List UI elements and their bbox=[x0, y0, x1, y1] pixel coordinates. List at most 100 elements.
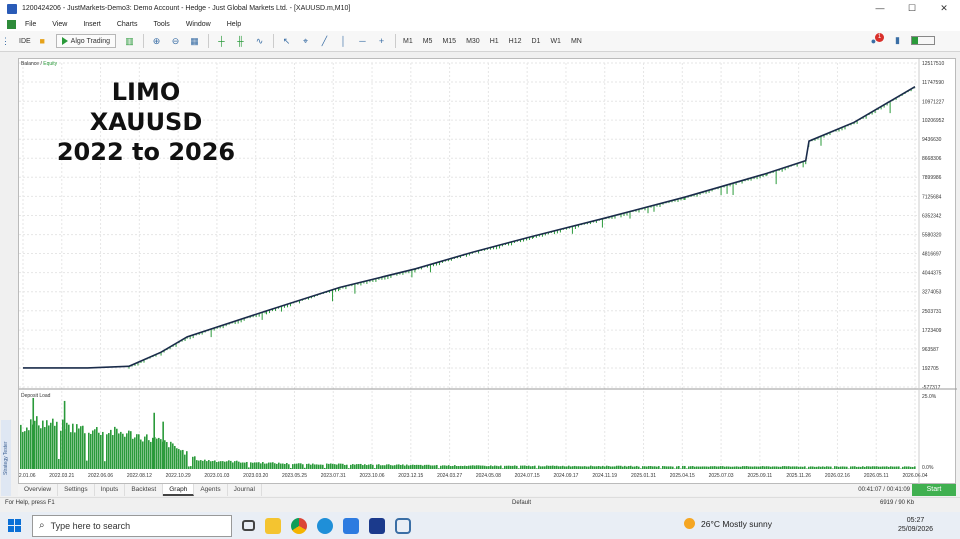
deposit-bar bbox=[300, 463, 302, 469]
deposit-bar bbox=[626, 466, 628, 469]
close-button[interactable]: ✕ bbox=[928, 0, 960, 17]
cursor-icon[interactable]: ↖ bbox=[281, 36, 292, 47]
deposit-bar bbox=[244, 462, 246, 469]
tab-overview[interactable]: Overview bbox=[18, 484, 59, 496]
deposit-bar bbox=[734, 466, 736, 469]
algo-trading-button[interactable]: Algo Trading bbox=[55, 34, 116, 48]
app-icon[interactable] bbox=[395, 517, 411, 534]
deposit-bar bbox=[362, 465, 364, 469]
zoom-in-icon[interactable]: ⊕ bbox=[151, 36, 162, 47]
timeframe-m15[interactable]: M15 bbox=[442, 38, 456, 45]
deposit-bar bbox=[902, 466, 904, 469]
bar-chart-icon[interactable]: ┼ bbox=[216, 36, 227, 47]
sun-icon bbox=[684, 518, 695, 529]
minimize-button[interactable]: — bbox=[864, 0, 896, 17]
y-tick-label: 7899986 bbox=[922, 175, 942, 181]
deposit-bar bbox=[578, 466, 580, 469]
deposit-bar bbox=[686, 468, 688, 469]
deposit-bar bbox=[736, 466, 738, 469]
deposit-bar bbox=[50, 422, 52, 469]
timeframe-m1[interactable]: M1 bbox=[403, 38, 413, 45]
timeframe-h12[interactable]: H12 bbox=[509, 38, 522, 45]
timeframe-mn[interactable]: MN bbox=[571, 38, 582, 45]
deposit-bar bbox=[554, 465, 556, 469]
deposit-bar bbox=[676, 466, 678, 469]
justmarkets-icon[interactable] bbox=[369, 517, 385, 534]
timeframe-d1[interactable]: D1 bbox=[532, 38, 541, 45]
ide-button[interactable]: IDE bbox=[19, 38, 31, 45]
deposit-bar bbox=[342, 463, 344, 469]
tab-inputs[interactable]: Inputs bbox=[95, 484, 126, 496]
deposit-bar bbox=[354, 464, 356, 469]
vertical-line-icon[interactable]: │ bbox=[338, 36, 349, 47]
maximize-button[interactable]: ☐ bbox=[896, 0, 928, 17]
menu-help[interactable]: Help bbox=[227, 21, 241, 28]
menu-view[interactable]: View bbox=[52, 21, 67, 28]
deposit-bar bbox=[140, 439, 142, 469]
candlestick-icon[interactable]: ╫ bbox=[235, 36, 246, 47]
menu-tools[interactable]: Tools bbox=[153, 21, 169, 28]
deposit-bar bbox=[442, 465, 444, 469]
menu-insert[interactable]: Insert bbox=[83, 21, 101, 28]
deposit-bar bbox=[462, 465, 464, 469]
strategy-tester-side-tab[interactable]: Strategy Tester bbox=[1, 420, 11, 496]
chrome-icon[interactable] bbox=[291, 517, 307, 534]
deposit-bar bbox=[388, 464, 390, 469]
deposit-bar bbox=[884, 466, 886, 469]
deposit-bar bbox=[492, 466, 494, 469]
timeframe-m5[interactable]: M5 bbox=[423, 38, 433, 45]
deposit-bar bbox=[770, 466, 772, 469]
deposit-bar bbox=[654, 466, 656, 469]
tile-windows-icon[interactable]: ▦ bbox=[189, 36, 200, 47]
timeframe-w1[interactable]: W1 bbox=[550, 38, 561, 45]
clock[interactable]: 05:27 25/09/2026 bbox=[898, 516, 933, 534]
deposit-bar bbox=[478, 465, 480, 469]
deposit-bar bbox=[472, 465, 474, 469]
deposit-bar bbox=[858, 466, 860, 469]
tab-agents[interactable]: Agents bbox=[194, 484, 228, 496]
deposit-bar bbox=[76, 424, 78, 469]
taskbar-search[interactable]: ⌕ Type here to search bbox=[32, 514, 232, 537]
deposit-bar bbox=[54, 425, 56, 469]
deposit-y-tick-min: 0.0% bbox=[922, 465, 934, 471]
timeframe-m30[interactable]: M30 bbox=[466, 38, 480, 45]
deposit-bar bbox=[178, 449, 180, 469]
crosshair-icon[interactable]: ⌖ bbox=[300, 36, 311, 47]
weather-widget[interactable]: 26°C Mostly sunny bbox=[684, 518, 772, 529]
task-view-icon[interactable] bbox=[242, 520, 255, 531]
menu-file[interactable]: File bbox=[25, 21, 36, 28]
deposit-bar bbox=[56, 421, 58, 469]
chart-window-toggle-icon[interactable]: ▥ bbox=[124, 36, 135, 47]
deposit-bar bbox=[566, 466, 568, 469]
toolbar: ⋮ IDE ■ Algo Trading ▥ ⊕ ⊖ ▦ ┼ ╫ ∿ ↖ ⌖ ╱… bbox=[0, 31, 960, 52]
deposit-bar bbox=[908, 466, 910, 469]
menu-charts[interactable]: Charts bbox=[117, 21, 138, 28]
add-object-icon[interactable]: + bbox=[376, 36, 387, 47]
line-chart-icon[interactable]: ∿ bbox=[254, 36, 265, 47]
deposit-bar bbox=[40, 428, 42, 469]
windows-start-icon[interactable] bbox=[8, 518, 22, 533]
deposit-bar bbox=[576, 466, 578, 469]
y-tick-label: 10206952 bbox=[922, 118, 944, 124]
store-icon[interactable] bbox=[343, 517, 359, 534]
deposit-bar bbox=[430, 465, 432, 469]
start-button[interactable]: Start bbox=[912, 484, 956, 496]
deposit-bar bbox=[374, 468, 376, 469]
horizontal-line-icon[interactable]: ─ bbox=[357, 36, 368, 47]
edge-icon[interactable] bbox=[317, 517, 333, 534]
divider bbox=[272, 34, 274, 48]
tab-backtest[interactable]: Backtest bbox=[125, 484, 164, 496]
deposit-bar bbox=[438, 468, 440, 469]
tab-graph[interactable]: Graph bbox=[163, 484, 195, 496]
file-explorer-icon[interactable] bbox=[265, 517, 281, 534]
deposit-bar bbox=[712, 466, 714, 469]
lock-icon[interactable]: ■ bbox=[37, 36, 48, 47]
zoom-out-icon[interactable]: ⊖ bbox=[170, 36, 181, 47]
deposit-bar bbox=[852, 466, 854, 469]
timeframe-h1[interactable]: H1 bbox=[490, 38, 499, 45]
deposit-bar bbox=[120, 431, 122, 469]
tab-settings[interactable]: Settings bbox=[58, 484, 95, 496]
menu-window[interactable]: Window bbox=[186, 21, 211, 28]
trendline-icon[interactable]: ╱ bbox=[319, 36, 330, 47]
tab-journal[interactable]: Journal bbox=[228, 484, 262, 496]
